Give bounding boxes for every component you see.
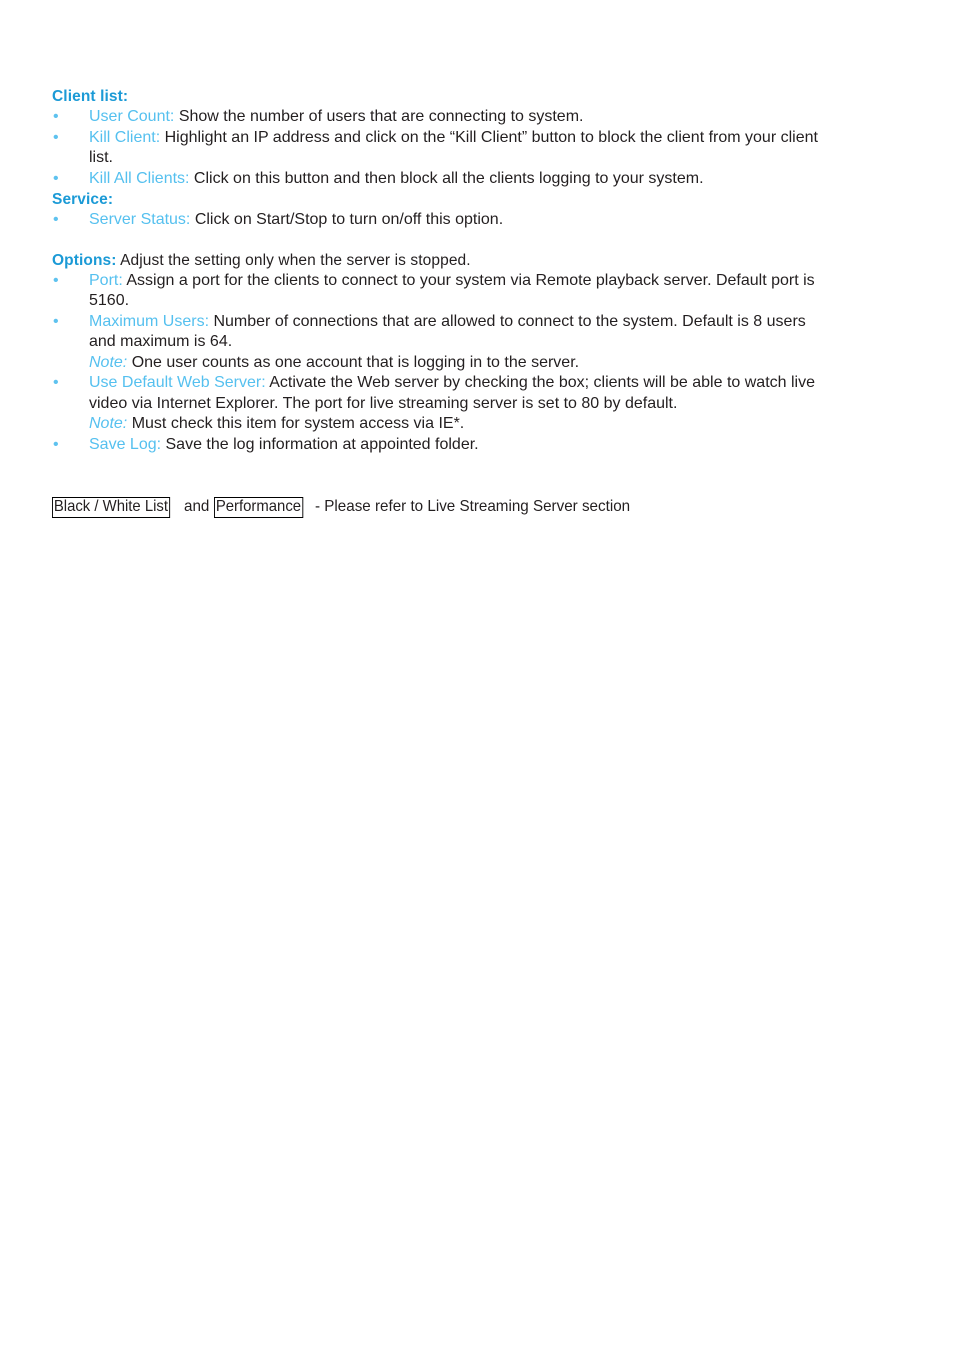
- list-item-text: Highlight an IP address and click on the…: [160, 128, 818, 146]
- term-server-status: Server Status:: [89, 211, 191, 228]
- list-item-text: Click on Start/Stop to turn on/off this …: [190, 211, 504, 228]
- note-label: Note:: [89, 353, 128, 371]
- section-heading-service: Service:: [52, 189, 897, 210]
- note-text: Must check this item for system access v…: [127, 415, 465, 432]
- term-use-default-web-server: Use Default Web Server:: [89, 374, 266, 391]
- list-item: • Save Log: Save the log information at …: [52, 435, 897, 456]
- list-item-note: Note: One user counts as one account tha…: [52, 353, 897, 374]
- bullet-icon: •: [53, 271, 59, 289]
- section-options: Options: Adjust the setting only when th…: [52, 250, 897, 456]
- note-label: Note:: [89, 415, 128, 432]
- note-text: One user counts as one account that is l…: [127, 353, 580, 371]
- bullet-icon: •: [53, 169, 59, 187]
- list-item-text: Save the log information at appointed fo…: [161, 435, 479, 453]
- term-maximum-users: Maximum Users:: [89, 312, 210, 330]
- list-item-continuation: list.: [89, 149, 113, 166]
- section-heading-label: Service:: [52, 191, 114, 208]
- list-item-text: Assign a port for the clients to connect…: [122, 271, 815, 289]
- section-heading-client-list: Client list:: [52, 86, 897, 107]
- section-heading-options: Options: Adjust the setting only when th…: [52, 250, 897, 271]
- list-item-continuation: 5160.: [89, 292, 130, 309]
- list-item-text: Click on this button and then block all …: [189, 169, 704, 187]
- bullet-icon: •: [53, 211, 59, 228]
- section-heading-label: Options:: [52, 251, 117, 269]
- list-item: • Use Default Web Server: Activate the W…: [52, 373, 897, 394]
- bullet-icon: •: [53, 435, 59, 453]
- term-kill-client: Kill Client:: [89, 128, 161, 146]
- boxed-label-performance: Performance: [214, 497, 304, 518]
- list-item: • Port: Assign a port for the clients to…: [52, 271, 897, 292]
- cross-reference-line: Black / White List and Performance - Please…: [52, 496, 897, 518]
- document-body: Client list: • User Count: Show the numb…: [52, 86, 897, 534]
- list-item-continuation: video via Internet Explorer. The port fo…: [89, 394, 678, 412]
- section-client-list: Client list: • User Count: Show the numb…: [52, 86, 897, 189]
- boxed-label-black-white-list: Black / White List: [52, 497, 170, 518]
- list-item: • Maximum Users: Number of connections t…: [52, 312, 897, 333]
- list-item-text: Activate the Web server by checking the …: [265, 374, 815, 391]
- section-heading-tail: Adjust the setting only when the server …: [116, 251, 471, 269]
- list-item-note: Note: Must check this item for system ac…: [52, 414, 897, 435]
- bullet-icon: •: [53, 128, 59, 146]
- list-item: • Kill All Clients: Click on this button…: [52, 169, 897, 190]
- cross-reference-conjunction: and: [183, 498, 210, 515]
- list-item: • User Count: Show the number of users t…: [52, 107, 897, 128]
- term-save-log: Save Log:: [89, 435, 162, 453]
- cross-reference-tail: - Please refer to Live Streaming Server …: [315, 498, 631, 515]
- bullet-icon: •: [53, 374, 59, 391]
- term-kill-all-clients: Kill All Clients:: [89, 169, 190, 187]
- list-item: • Kill Client: Highlight an IP address a…: [52, 128, 897, 149]
- section-heading-label: Client list:: [52, 88, 129, 105]
- footer-spacer: [52, 455, 897, 480]
- list-item-text: Number of connections that are allowed t…: [209, 312, 806, 330]
- list-item: • Server Status: Click on Start/Stop to …: [52, 210, 897, 231]
- bullet-icon: •: [53, 108, 59, 125]
- list-item-continuation: and maximum is 64.: [89, 333, 233, 350]
- document-page: Client list: • User Count: Show the numb…: [0, 0, 954, 1349]
- term-port: Port:: [89, 271, 123, 289]
- list-item-text: Show the number of users that are connec…: [174, 108, 584, 125]
- bullet-icon: •: [53, 312, 59, 330]
- section-service: Service: • Server Status: Click on Start…: [52, 189, 897, 231]
- term-user-count: User Count:: [89, 108, 175, 125]
